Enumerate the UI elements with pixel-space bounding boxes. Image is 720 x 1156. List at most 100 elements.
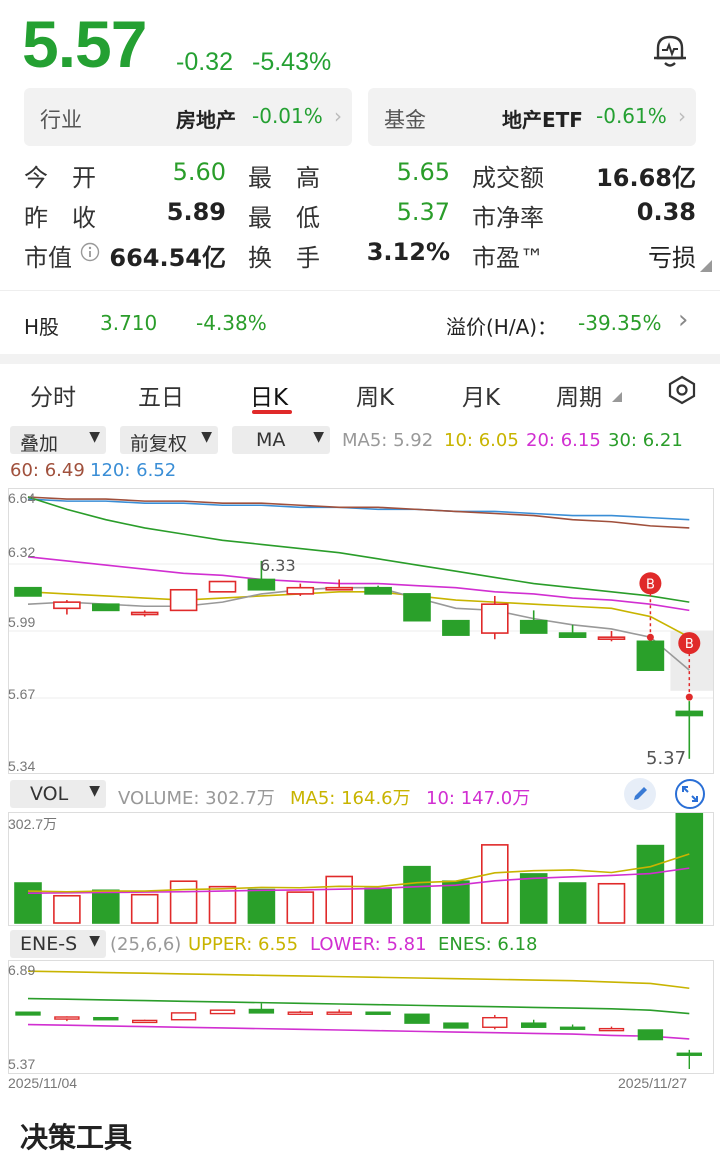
ene-candle-body — [676, 1052, 702, 1056]
volume-bar — [325, 875, 354, 924]
ene-params: (25,6,6) — [110, 934, 182, 955]
ene-upper-legend: UPPER: 6.55 — [188, 934, 299, 955]
last-price: 5.57 — [22, 7, 147, 81]
volume-bar — [442, 880, 470, 924]
volume-bar — [403, 865, 431, 924]
price-alert-bell-icon[interactable] — [648, 28, 692, 72]
industry-pill[interactable]: 行业 房地产 -0.01% › — [24, 88, 352, 146]
ene-candle-body — [521, 1022, 547, 1028]
chevron-right-icon: › — [678, 104, 686, 128]
volume-bar — [519, 873, 548, 924]
hshare-label: H股 — [24, 315, 60, 339]
tab-weekly-k[interactable]: 周K — [356, 378, 394, 412]
ma20-line — [27, 555, 690, 612]
chevron-right-icon: › — [334, 104, 342, 128]
period-dropdown-icon — [612, 392, 622, 402]
prev-close-label: 昨 收 — [24, 204, 96, 232]
ma10-legend: 10: 6.05 — [444, 430, 519, 451]
tab-period[interactable]: 周期 — [556, 378, 602, 412]
candle-body — [325, 586, 354, 591]
buy-marker-label: B — [646, 577, 655, 592]
volume-bar — [14, 882, 42, 924]
adjust-dropdown[interactable]: 前复权 ▼ — [120, 426, 218, 455]
volume-chart[interactable] — [8, 812, 714, 926]
pb-label: 市净率 — [472, 204, 544, 232]
ene-selector-label: ENE-S — [20, 933, 78, 955]
ene-axis-bottom: 5.37 — [8, 1056, 36, 1072]
candle-body — [286, 586, 315, 595]
tab-five-day[interactable]: 五日 — [138, 378, 184, 412]
volume-bar — [286, 891, 315, 924]
hshare-bar[interactable]: H股 3.710 -4.38% 溢价(H/A)： -39.35% › — [0, 290, 720, 355]
ene-candle-body — [93, 1016, 119, 1021]
ma5-line — [27, 586, 690, 671]
indicator-label: MA — [256, 429, 286, 451]
ene-candle-body — [170, 1012, 197, 1021]
volume-bar — [208, 885, 237, 924]
industry-label: 行业 — [40, 108, 82, 132]
date-end: 2025/11/27 — [618, 1075, 688, 1091]
mcap-label: 市值 — [24, 244, 72, 272]
kline-axis-tick: 5.34 — [8, 758, 36, 774]
candle-body — [519, 619, 548, 634]
chevron-right-icon: › — [678, 305, 689, 335]
volume-plot — [14, 812, 704, 924]
fund-pill[interactable]: 基金 地产ETF -0.61% › — [368, 88, 696, 146]
kline-axis-tick: 5.67 — [8, 686, 36, 702]
pb-value: 0.38 — [636, 198, 696, 226]
open-label: 今 开 — [24, 164, 96, 192]
open-value: 5.60 — [172, 158, 226, 186]
ene-dropdown[interactable]: ENE-S ▼ — [10, 930, 106, 958]
prev-close-value: 5.89 — [166, 198, 226, 226]
vol-ma5-line — [27, 853, 690, 893]
ene-mid-line — [27, 997, 690, 1015]
kline-chart[interactable]: BB — [8, 488, 720, 774]
ene-candle-body — [404, 1013, 430, 1024]
ene-candle-body — [559, 1026, 586, 1030]
volume-legend: VOLUME: 302.7万 — [118, 788, 275, 809]
decision-tools-logo[interactable]: 决策工具 — [20, 1116, 132, 1156]
premium-label: 溢价(H/A)： — [446, 315, 558, 339]
settings-hexagon-icon[interactable] — [666, 374, 698, 406]
candle-body — [169, 588, 198, 612]
volume-bar — [53, 894, 81, 924]
fund-label: 基金 — [384, 108, 426, 132]
ene-plot — [15, 970, 702, 1069]
ene-chart[interactable] — [8, 960, 714, 1074]
tab-intraday[interactable]: 分时 — [30, 378, 76, 412]
overlay-dropdown[interactable]: 叠加 ▼ — [10, 426, 106, 455]
candle-body — [364, 586, 392, 595]
indicator-dropdown[interactable]: MA ▼ — [232, 426, 330, 454]
hshare-price: 3.710 — [100, 311, 158, 335]
tab-monthly-k[interactable]: 月K — [462, 378, 500, 412]
high-marker-label: 6.33 — [260, 556, 296, 575]
ma30-line — [27, 496, 690, 603]
candle-body — [442, 619, 470, 636]
volume-bar — [364, 887, 392, 924]
volume-bar — [480, 844, 509, 924]
vol-dropdown[interactable]: VOL ▼ — [10, 780, 106, 808]
vol-ma5-legend: MA5: 164.6万 — [290, 788, 411, 809]
ma60-legend: 60: 6.49 — [10, 460, 85, 481]
hshare-change: -4.38% — [196, 311, 267, 335]
industry-change: -0.01% — [252, 104, 323, 128]
kline-axis-tick: 6.32 — [8, 544, 36, 560]
tab-daily-k[interactable]: 日K — [250, 378, 288, 412]
turnrate-label: 换 手 — [248, 244, 320, 272]
turnover-label: 成交额 — [472, 164, 544, 192]
ene-candle-body — [365, 1011, 391, 1015]
edit-pencil-icon[interactable] — [624, 778, 656, 810]
industry-name: 房地产 — [176, 108, 236, 132]
candle-body — [558, 632, 587, 638]
ene-candle-body — [326, 1011, 352, 1015]
volume-bar — [130, 893, 159, 924]
low-label: 最 低 — [248, 204, 320, 232]
low-value: 5.37 — [396, 198, 450, 226]
candle-body — [597, 636, 626, 640]
expand-corner-icon[interactable] — [700, 260, 712, 272]
ene-candle-body — [637, 1029, 664, 1041]
info-icon[interactable] — [80, 242, 100, 262]
fullscreen-expand-icon[interactable] — [674, 778, 706, 810]
candle-body — [403, 593, 431, 622]
turnover-value: 16.68亿 — [596, 164, 696, 192]
